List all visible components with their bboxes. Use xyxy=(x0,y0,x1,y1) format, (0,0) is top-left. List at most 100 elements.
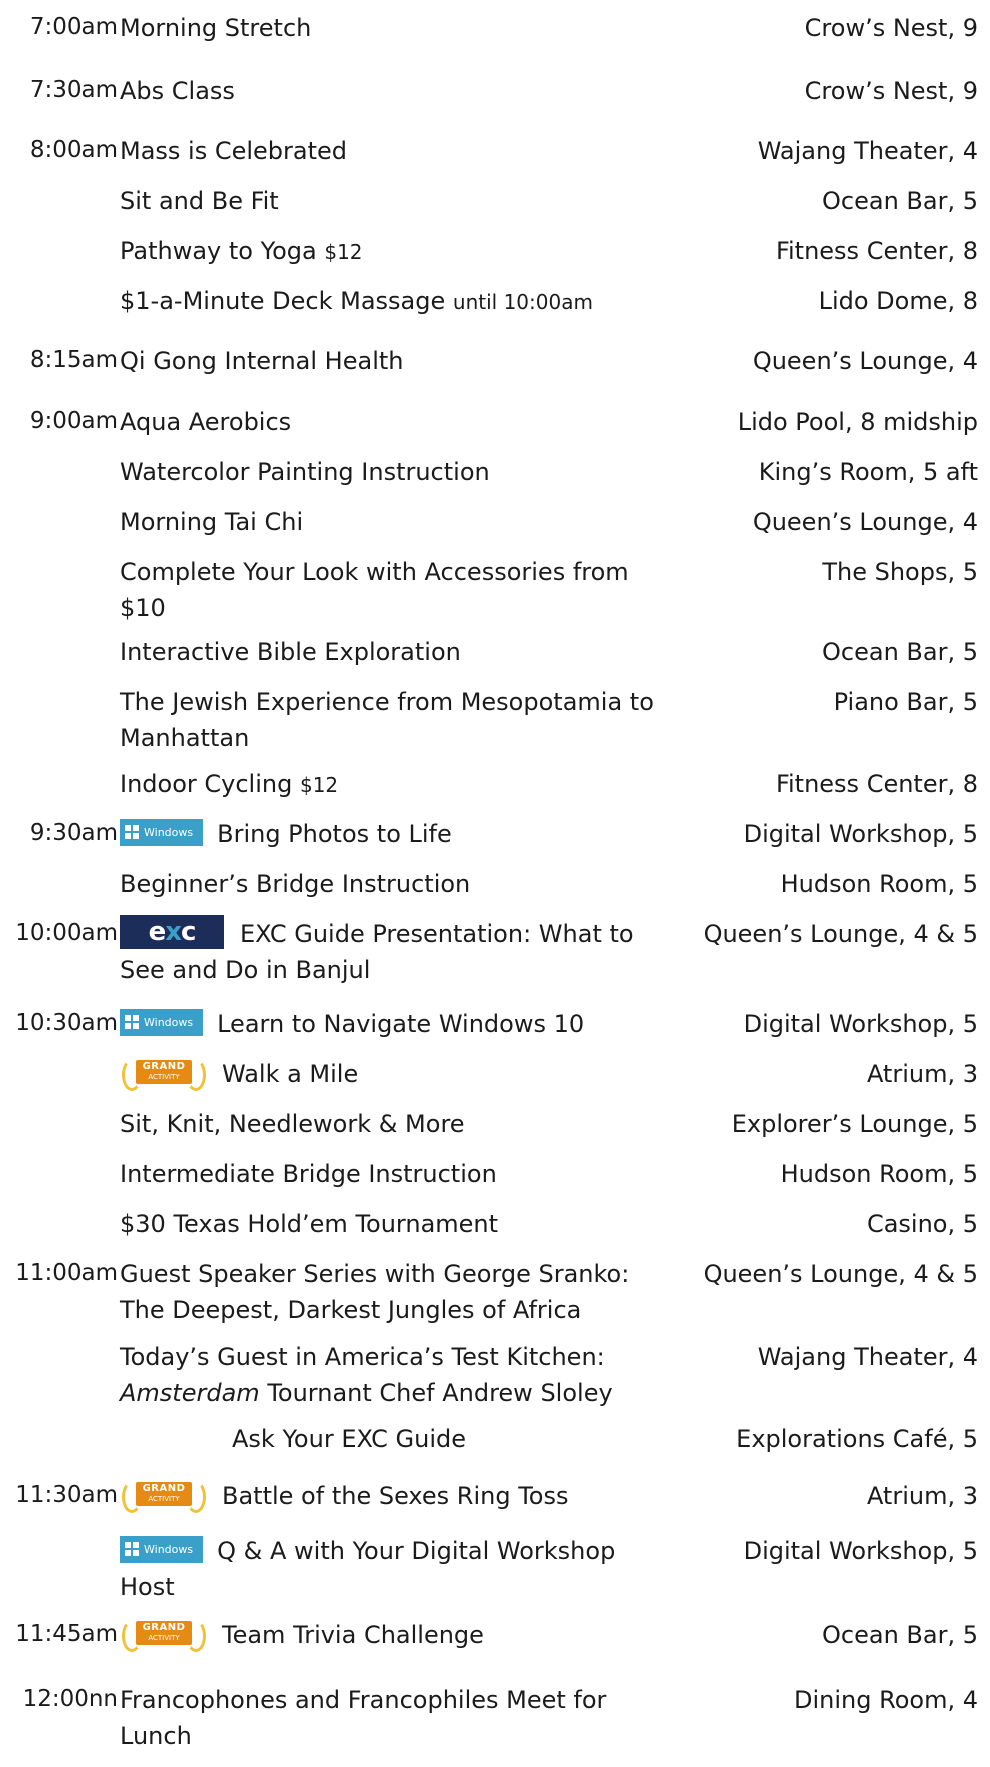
event-title: Today’s Guest in America’s Test Kitchen:… xyxy=(120,1339,665,1411)
event-location: Fitness Center, 8 xyxy=(775,770,978,798)
windows-badge-label: Windows xyxy=(144,1542,194,1556)
event-title-text: Indoor Cycling xyxy=(120,770,293,798)
event-location: Atrium, 3 xyxy=(866,1060,978,1088)
time-label: 11:45am xyxy=(15,1621,118,1647)
event-location: Ocean Bar, 5 xyxy=(822,638,978,666)
event-location: Crow’s Nest, 9 xyxy=(804,14,978,42)
windows-badge-label: Windows xyxy=(144,825,194,839)
event-title: GRAND ACTIVITY Battle of the Sexes Ring To… xyxy=(120,1478,665,1514)
laurel-right-icon xyxy=(186,1481,206,1513)
event-title-text: Pathway to Yoga xyxy=(120,237,317,265)
event-location: Queen’s Lounge, 4 xyxy=(752,347,978,375)
time-label: 10:30am xyxy=(15,1010,118,1036)
event-note: until 10:00am xyxy=(452,290,593,314)
event-location: Hudson Room, 5 xyxy=(780,870,978,898)
event-title-text: Tournant Chef Andrew Sloley xyxy=(267,1379,613,1407)
time-label: 12:00nn xyxy=(22,1686,118,1712)
event-location: Crow’s Nest, 9 xyxy=(804,77,978,105)
windows-badge: Windows xyxy=(120,1008,204,1036)
event-location: Explorations Café, 5 xyxy=(736,1425,978,1453)
grand-badge-line1: GRAND xyxy=(142,1483,186,1494)
event-location: Wajang Theater, 4 xyxy=(757,1343,978,1371)
grand-activity-badge: GRAND ACTIVITY xyxy=(120,1619,208,1652)
windows-logo-icon xyxy=(125,1014,139,1029)
event-title: Mass is Celebrated xyxy=(120,137,348,165)
event-title: GRAND ACTIVITY Team Trivia Challenge xyxy=(120,1617,665,1653)
laurel-right-icon xyxy=(186,1059,206,1091)
event-title: Windows Learn to Navigate Windows 10 xyxy=(120,1006,665,1042)
windows-logo-icon xyxy=(125,824,139,839)
event-location: Ocean Bar, 5 xyxy=(822,187,978,215)
event-location: Digital Workshop, 5 xyxy=(743,1010,978,1038)
event-title: Indoor Cycling $12 xyxy=(120,766,665,803)
event-location: Digital Workshop, 5 xyxy=(743,1537,978,1565)
time-label: 11:30am xyxy=(15,1482,118,1508)
event-location: Lido Pool, 8 midship xyxy=(737,408,978,436)
time-label: 9:00am xyxy=(29,408,118,434)
event-location: Fitness Center, 8 xyxy=(775,237,978,265)
event-title-text: Team Trivia Challenge xyxy=(222,1621,484,1649)
event-location: Queen’s Lounge, 4 & 5 xyxy=(703,920,978,948)
time-label: 7:30am xyxy=(29,77,118,103)
event-title: Sit and Be Fit xyxy=(120,187,279,215)
event-title: Ask Your EXC Guide xyxy=(232,1425,467,1453)
windows-logo-icon xyxy=(125,1541,139,1556)
grand-activity-badge: GRAND ACTIVITY xyxy=(120,1480,208,1513)
event-location: Digital Workshop, 5 xyxy=(743,820,978,848)
windows-badge: Windows xyxy=(120,818,204,846)
event-title: The Jewish Experience from Mesopotamia t… xyxy=(120,688,654,752)
event-title-text: Bring Photos to Life xyxy=(217,820,452,848)
event-title: Morning Tai Chi xyxy=(120,508,304,536)
grand-badge-line2: ACTIVITY xyxy=(148,1073,180,1081)
event-location: The Shops, 5 xyxy=(822,558,978,586)
time-label: 10:00am xyxy=(15,920,118,946)
event-title-text: Battle of the Sexes Ring Toss xyxy=(222,1482,569,1510)
event-title: Complete Your Look with Accessories from… xyxy=(120,558,629,622)
grand-badge-line1: GRAND xyxy=(142,1622,186,1633)
time-label: 7:00am xyxy=(29,14,118,40)
event-title: exc EXC Guide Presentation: What to See a… xyxy=(120,915,665,988)
event-title: Guest Speaker Series with George Sranko:… xyxy=(120,1260,630,1324)
event-title: Pathway to Yoga $12 xyxy=(120,233,665,270)
event-location: Ocean Bar, 5 xyxy=(822,1621,978,1649)
event-title: Beginner’s Bridge Instruction xyxy=(120,870,471,898)
event-title: $1-a-Minute Deck Massage until 10:00am xyxy=(120,283,665,320)
exc-logo-badge: exc xyxy=(120,915,224,949)
event-title: Watercolor Painting Instruction xyxy=(120,458,490,486)
event-title: Morning Stretch xyxy=(120,14,312,42)
grand-badge-line2: ACTIVITY xyxy=(148,1634,180,1642)
event-title: Francophones and Francophiles Meet for L… xyxy=(120,1686,607,1750)
event-location: Casino, 5 xyxy=(866,1210,978,1238)
event-price: $12 xyxy=(324,240,363,264)
event-location: Hudson Room, 5 xyxy=(780,1160,978,1188)
event-title-text: Learn to Navigate Windows 10 xyxy=(217,1010,585,1038)
event-location: Queen’s Lounge, 4 xyxy=(752,508,978,536)
event-title-text: $1-a-Minute Deck Massage xyxy=(120,287,446,315)
event-location: Queen’s Lounge, 4 & 5 xyxy=(703,1260,978,1288)
event-title: Sit, Knit, Needlework & More xyxy=(120,1110,465,1138)
time-label: 8:00am xyxy=(29,137,118,163)
event-title-prefix: Today’s Guest in America’s Test Kitchen: xyxy=(120,1343,605,1371)
laurel-right-icon xyxy=(186,1620,206,1652)
windows-badge-label: Windows xyxy=(144,1015,194,1029)
event-title: GRAND ACTIVITY Walk a Mile xyxy=(120,1056,665,1092)
event-title: Aqua Aerobics xyxy=(120,408,292,436)
event-location: Explorer’s Lounge, 5 xyxy=(731,1110,978,1138)
event-location: Atrium, 3 xyxy=(866,1482,978,1510)
event-title: Qi Gong Internal Health xyxy=(120,347,404,375)
time-label: 8:15am xyxy=(29,347,118,373)
grand-activity-badge: GRAND ACTIVITY xyxy=(120,1058,208,1091)
event-title: Windows Q & A with Your Digital Workshop … xyxy=(120,1533,665,1605)
time-label: 11:00am xyxy=(15,1260,118,1286)
event-title: Abs Class xyxy=(120,77,235,105)
event-title-italic: Amsterdam xyxy=(120,1379,260,1407)
grand-badge-line2: ACTIVITY xyxy=(148,1495,180,1503)
event-title: $30 Texas Hold’em Tournament xyxy=(120,1210,499,1238)
grand-badge-line1: GRAND xyxy=(142,1061,186,1072)
event-location: Dining Room, 4 xyxy=(794,1686,978,1714)
event-location: King’s Room, 5 aft xyxy=(758,458,978,486)
daily-schedule: 7:00am Morning Stretch Crow’s Nest, 9 7:… xyxy=(0,0,990,1767)
event-title: Interactive Bible Exploration xyxy=(120,638,461,666)
event-location: Piano Bar, 5 xyxy=(833,688,978,716)
event-location: Wajang Theater, 4 xyxy=(757,137,978,165)
